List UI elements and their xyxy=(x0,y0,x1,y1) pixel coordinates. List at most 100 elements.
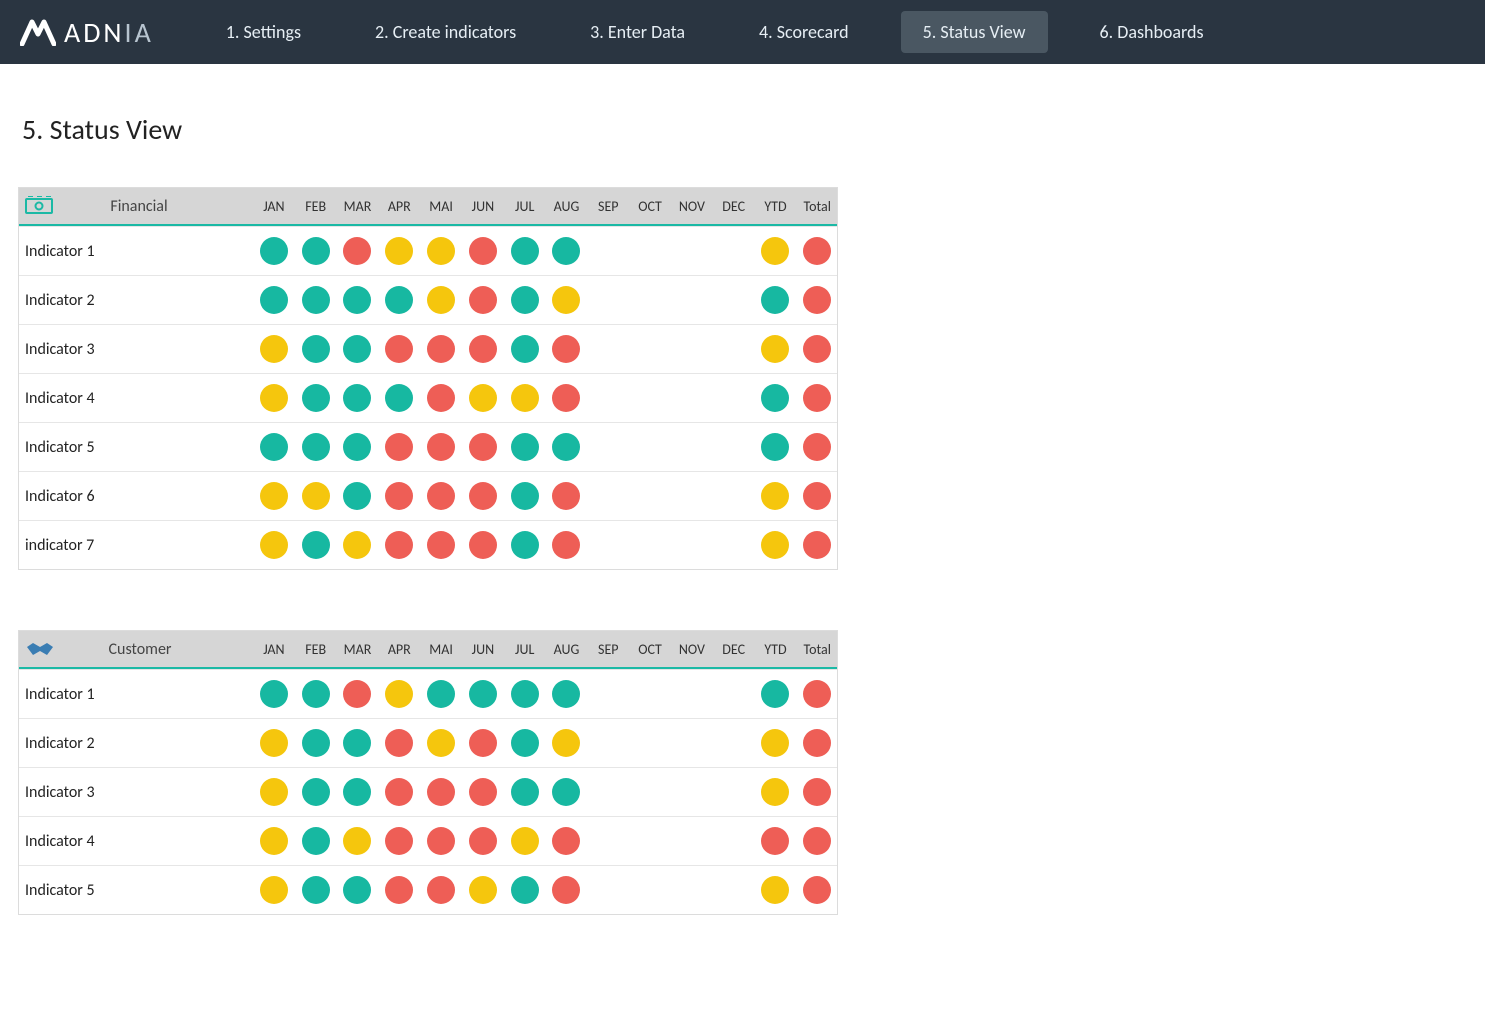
handshake-icon xyxy=(25,639,55,659)
table-row: Indicator 4 xyxy=(19,816,837,865)
status-dot-green xyxy=(302,778,330,806)
table-row: Indicator 6 xyxy=(19,471,837,520)
status-cell xyxy=(462,680,504,708)
column-header-apr: APR xyxy=(378,198,420,215)
status-cell xyxy=(796,237,838,265)
status-cell xyxy=(796,335,838,363)
status-cell xyxy=(253,286,295,314)
status-dot-green xyxy=(302,433,330,461)
status-cell xyxy=(420,729,462,757)
status-cell xyxy=(546,876,588,904)
status-dot-yellow xyxy=(302,482,330,510)
status-dot-red xyxy=(552,827,580,855)
nav-item-1[interactable]: 2. Create indicators xyxy=(353,11,538,53)
brand-logo: ADNIA xyxy=(20,15,154,50)
status-dot-yellow xyxy=(511,827,539,855)
status-dot-red xyxy=(803,237,831,265)
status-dot-green xyxy=(343,876,371,904)
row-label: Indicator 2 xyxy=(19,734,253,753)
column-header-feb: FEB xyxy=(295,198,337,215)
nav-item-2[interactable]: 3. Enter Data xyxy=(568,11,707,53)
status-cell xyxy=(755,778,797,806)
status-grid-financial: FinancialJANFEBMARAPRMAIJUNJULAUGSEPOCTN… xyxy=(18,187,838,570)
status-dot-red xyxy=(803,335,831,363)
status-cell xyxy=(378,482,420,510)
status-dot-green xyxy=(469,680,497,708)
status-cell xyxy=(337,286,379,314)
section-title: Customer xyxy=(67,640,253,659)
row-label: Indicator 4 xyxy=(19,832,253,851)
status-dot-red xyxy=(427,335,455,363)
status-dot-green xyxy=(511,876,539,904)
status-dot-red xyxy=(552,335,580,363)
nav-item-5[interactable]: 6. Dashboards xyxy=(1078,11,1226,53)
row-label: Indicator 1 xyxy=(19,685,253,704)
status-dot-red xyxy=(469,433,497,461)
status-cell xyxy=(796,827,838,855)
status-cell xyxy=(420,680,462,708)
status-cell xyxy=(462,384,504,412)
column-header-ytd: YTD xyxy=(755,641,797,658)
status-dot-yellow xyxy=(343,827,371,855)
status-dot-green xyxy=(385,286,413,314)
status-dot-yellow xyxy=(761,778,789,806)
column-header-nov: NOV xyxy=(671,198,713,215)
column-header-total: Total xyxy=(796,198,838,215)
row-label: Indicator 5 xyxy=(19,881,253,900)
status-dot-green xyxy=(302,531,330,559)
status-cell xyxy=(546,482,588,510)
status-cell xyxy=(337,384,379,412)
status-dot-green xyxy=(385,384,413,412)
brand-logo-text: ADNIA xyxy=(64,15,154,50)
status-dot-red xyxy=(385,827,413,855)
column-header-dec: DEC xyxy=(713,198,755,215)
nav-item-0[interactable]: 1. Settings xyxy=(204,11,323,53)
status-dot-green xyxy=(511,335,539,363)
status-dot-red xyxy=(427,384,455,412)
status-cell xyxy=(546,286,588,314)
status-dot-red xyxy=(343,680,371,708)
status-cell xyxy=(378,778,420,806)
status-dot-yellow xyxy=(761,335,789,363)
status-dot-red xyxy=(552,531,580,559)
status-dot-red xyxy=(427,531,455,559)
status-dot-yellow xyxy=(427,286,455,314)
column-header-oct: OCT xyxy=(629,198,671,215)
status-cell xyxy=(253,729,295,757)
status-cell xyxy=(337,729,379,757)
row-label: indicator 7 xyxy=(19,536,253,555)
status-cell xyxy=(504,482,546,510)
status-cell xyxy=(420,335,462,363)
column-header-jun: JUN xyxy=(462,641,504,658)
status-cell xyxy=(253,827,295,855)
status-dot-green xyxy=(343,482,371,510)
status-cell xyxy=(755,335,797,363)
status-dot-red xyxy=(385,876,413,904)
status-cell xyxy=(253,482,295,510)
table-row: Indicator 5 xyxy=(19,865,837,914)
status-cell xyxy=(295,729,337,757)
column-header-mai: MAI xyxy=(420,198,462,215)
status-dot-red xyxy=(803,482,831,510)
status-cell xyxy=(462,531,504,559)
status-cell xyxy=(378,433,420,461)
status-cell xyxy=(796,482,838,510)
status-dot-red xyxy=(427,778,455,806)
grid-header: CustomerJANFEBMARAPRMAIJUNJULAUGSEPOCTNO… xyxy=(19,631,837,669)
status-cell xyxy=(504,531,546,559)
status-cell xyxy=(378,729,420,757)
status-dot-green xyxy=(761,286,789,314)
nav-item-3[interactable]: 4. Scorecard xyxy=(737,11,871,53)
status-dot-red xyxy=(803,778,831,806)
status-cell xyxy=(796,433,838,461)
status-cell xyxy=(420,827,462,855)
status-dot-red xyxy=(427,876,455,904)
status-cell xyxy=(462,237,504,265)
status-dot-red xyxy=(427,827,455,855)
row-label: Indicator 3 xyxy=(19,340,253,359)
status-dot-green xyxy=(511,237,539,265)
status-cell xyxy=(755,384,797,412)
status-dot-green xyxy=(260,433,288,461)
nav-item-4[interactable]: 5. Status View xyxy=(901,11,1048,53)
row-label: Indicator 4 xyxy=(19,389,253,408)
